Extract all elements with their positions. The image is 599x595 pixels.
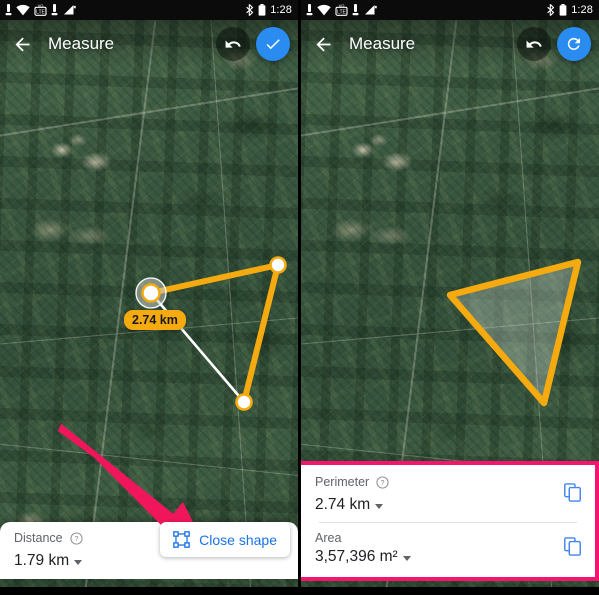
status-icons-right: 1:28	[245, 4, 298, 16]
status-icons-left: LTE VO	[0, 4, 76, 16]
crosshair-center	[141, 283, 161, 303]
status-icons-right-right-pane: 1:28	[546, 4, 599, 16]
svg-text:?: ?	[74, 535, 78, 543]
wifi-icon	[16, 4, 30, 16]
volte-icon: LTE VO	[34, 4, 47, 16]
perimeter-value: 2.74 km	[315, 496, 371, 513]
status-bar-right: LTE VO 1:28	[301, 0, 599, 20]
page-title-right: Measure	[349, 34, 416, 53]
measure-path	[148, 262, 281, 405]
redo-icon	[567, 37, 580, 50]
distance-label: Distance	[14, 531, 63, 545]
undo-button-right[interactable]	[517, 27, 551, 61]
vibrate-icon	[306, 4, 313, 16]
vibrate-icon	[5, 4, 12, 16]
distance-value: 1.79 km	[14, 552, 70, 569]
caret-down-icon[interactable]	[375, 503, 384, 509]
help-circle-icon[interactable]: ?	[376, 475, 389, 489]
close-shape-button[interactable]: Close shape	[160, 522, 290, 557]
svg-text:?: ?	[381, 479, 385, 487]
volte-icon: LTE VO	[335, 4, 348, 16]
signal-bars-icon	[51, 4, 58, 16]
status-bar-left: LTE VO 1:28	[0, 0, 298, 20]
back-button-right[interactable]	[301, 22, 345, 66]
pane-divider	[298, 0, 301, 595]
page-title-left: Measure	[48, 34, 115, 53]
redo-fab-right[interactable]	[557, 27, 591, 61]
measure-overlay-left	[135, 256, 287, 411]
caret-down-icon[interactable]	[402, 555, 411, 561]
copy-perimeter-icon[interactable]	[564, 483, 581, 502]
copy-area-icon[interactable]	[564, 537, 581, 556]
arrow-back-icon	[316, 37, 330, 51]
signal-off-icon	[365, 5, 377, 15]
app-bar-right: Measure	[301, 20, 599, 68]
undo-icon	[225, 40, 241, 48]
clock-text: 1:28	[270, 4, 292, 16]
caret-down-icon[interactable]	[74, 559, 83, 565]
area-value: 3,57,396 m²	[315, 548, 398, 565]
vertex-point	[269, 256, 287, 274]
app-bar-actions-right	[517, 27, 599, 61]
wifi-icon	[317, 4, 331, 16]
screenshot-root: LTE VO 1:28 Measure 2.74 km Close shape …	[0, 0, 599, 595]
close-shape-label: Close shape	[199, 531, 277, 548]
area-label: Area	[315, 531, 342, 545]
close-shape-icon	[173, 531, 191, 548]
check-icon	[266, 39, 280, 50]
svg-text:VO: VO	[38, 4, 44, 8]
svg-text:VO: VO	[339, 4, 345, 8]
svg-text:LTE: LTE	[36, 10, 45, 16]
undo-button-left[interactable]	[216, 27, 250, 61]
clock-text-right: 1:28	[571, 4, 593, 16]
perimeter-label-row: Perimeter ?	[315, 475, 581, 489]
measurement-results-sheet: Perimeter ? 2.74 km Area 3,57,396 m²	[301, 461, 599, 581]
perimeter-label: Perimeter	[315, 475, 370, 489]
results-divider	[319, 522, 577, 523]
signal-off-icon	[64, 5, 76, 15]
perimeter-value-row[interactable]: 2.74 km	[315, 496, 581, 514]
undo-icon	[526, 40, 542, 48]
back-button-left[interactable]	[0, 22, 44, 66]
area-label-row: Area	[315, 531, 581, 545]
status-icons-left-right-pane: LTE VO	[301, 4, 377, 16]
arrow-back-icon	[15, 37, 29, 51]
vertex-point	[235, 393, 253, 411]
bluetooth-icon	[246, 4, 254, 16]
area-value-row[interactable]: 3,57,396 m²	[315, 548, 581, 566]
app-bar-actions-left	[216, 27, 298, 61]
results-inner: Perimeter ? 2.74 km Area 3,57,396 m²	[301, 465, 595, 577]
bottom-black-bar	[0, 587, 599, 595]
closed-shape-polygon	[446, 258, 582, 407]
confirm-fab-left[interactable]	[256, 27, 290, 61]
segment-distance-badge: 2.74 km	[124, 310, 186, 330]
left-phone-pane: LTE VO 1:28 Measure 2.74 km Close shape …	[0, 0, 298, 587]
svg-text:LTE: LTE	[337, 10, 346, 16]
signal-bars-icon	[352, 4, 359, 16]
right-phone-pane: LTE VO 1:28 Measure Perimeter ? 2.74 km …	[301, 0, 599, 587]
battery-icon	[258, 4, 266, 16]
bluetooth-icon	[547, 4, 555, 16]
help-circle-icon[interactable]: ?	[70, 531, 83, 545]
app-bar-left: Measure	[0, 20, 298, 68]
battery-icon	[559, 4, 567, 16]
